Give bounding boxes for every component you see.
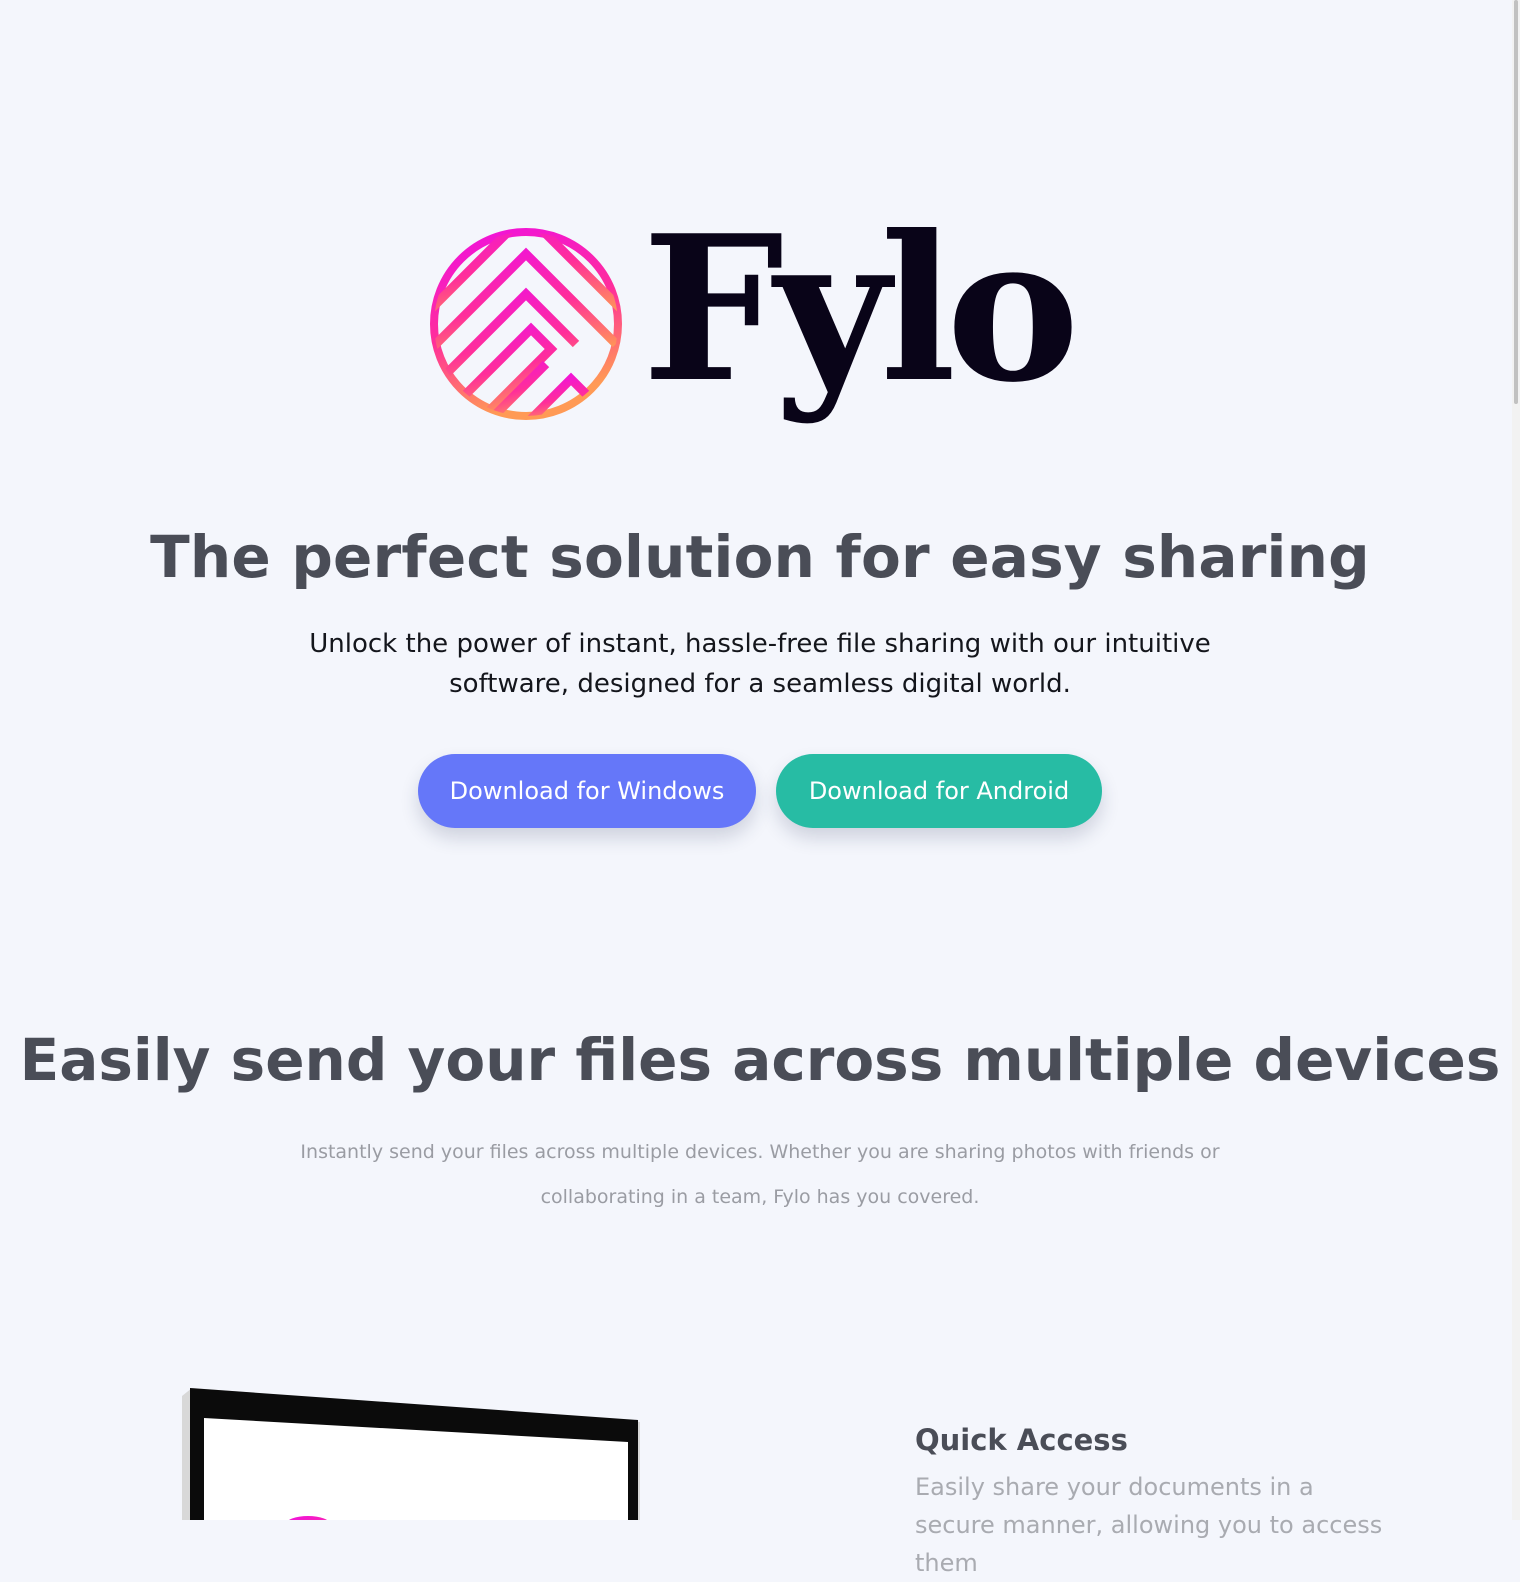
devices-section-description: Instantly send your files across multipl… [300,1141,1220,1208]
hero-title: The perfect solution for easy sharing [150,523,1370,591]
fylo-logo: Fylo [426,210,1080,442]
scrollbar-thumb[interactable] [1514,0,1518,404]
fylo-logo-mark-icon [430,228,622,420]
laptop-illustration [178,1386,648,1520]
download-windows-button[interactable]: Download for Windows [418,754,756,828]
hero-subtitle: Unlock the power of instant, hassle-free… [309,629,1211,699]
feature-description: Easily share your documents in a secure … [915,1473,1383,1577]
fylo-wordmark: Fylo [642,192,1080,427]
laptop-screen-image [182,1388,640,1520]
page-scrollbar[interactable] [1512,0,1520,1520]
feature-title: Quick Access [915,1423,1128,1457]
download-android-button[interactable]: Download for Android [776,754,1102,828]
devices-section-title: Easily send your files across multiple d… [19,1026,1501,1094]
